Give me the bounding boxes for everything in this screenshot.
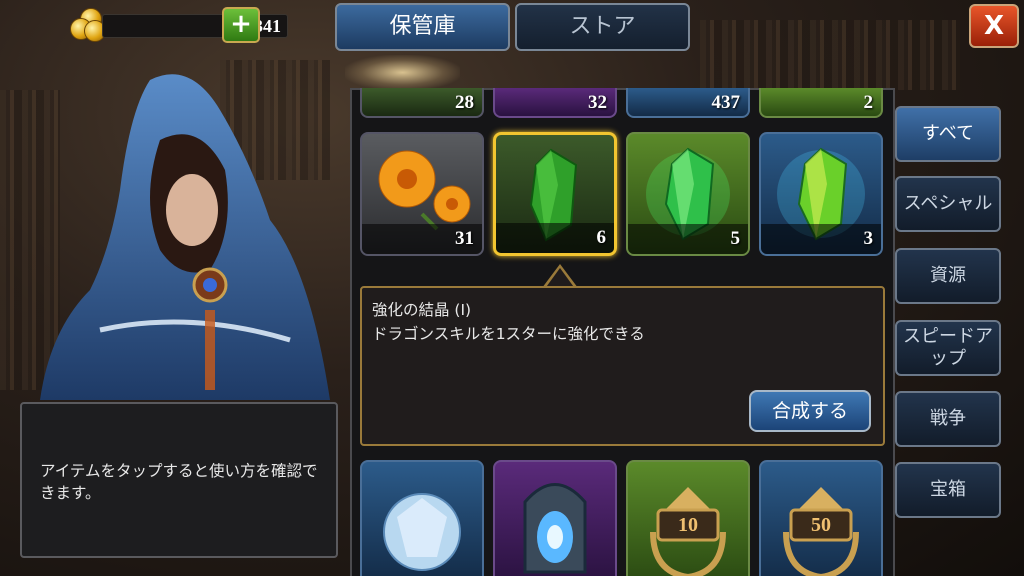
craft-button[interactable]: 合成する — [749, 390, 871, 432]
item-count: 5 — [730, 228, 741, 249]
item-count: 32 — [588, 92, 607, 113]
item-count: 31 — [455, 228, 474, 249]
item-count: 6 — [596, 227, 607, 248]
tab-store[interactable]: ストア — [515, 3, 690, 51]
item-count: 2 — [863, 92, 874, 113]
item-slot-marigold[interactable]: 31 — [360, 132, 484, 256]
item-slot-diamond[interactable] — [360, 460, 484, 576]
item-count: 28 — [455, 92, 474, 113]
item-slot-badge-10[interactable]: 10 — [626, 460, 750, 576]
item-slot-green-crystal-glowing[interactable]: 5 — [626, 132, 750, 256]
description-pointer — [542, 264, 578, 290]
category-chest[interactable]: 宝箱 — [895, 462, 1001, 518]
item-name: 強化の結晶 (I) — [372, 301, 472, 319]
category-resources[interactable]: 資源 — [895, 248, 1001, 304]
item-count: 437 — [711, 92, 741, 113]
category-all[interactable]: すべて — [895, 106, 1001, 162]
add-coins-button[interactable]: + — [222, 7, 260, 43]
hint-text: アイテムをタップすると使い方を確認できます。 — [40, 462, 318, 502]
portal-icon — [523, 483, 587, 574]
item-panel: 28 32 437 2 31 6 5 3 強化の結晶 (I) ドラゴンスキルを1… — [350, 88, 895, 576]
coin-amount: 97341 — [102, 14, 288, 38]
item-slot-portal[interactable] — [493, 460, 617, 576]
item-description: ドラゴンスキルを1スターに強化できる — [372, 325, 645, 343]
item-slot[interactable]: 437 — [626, 88, 750, 118]
item-slot[interactable]: 28 — [360, 88, 484, 118]
item-slot[interactable]: 32 — [493, 88, 617, 118]
hint-panel: アイテムをタップすると使い方を確認できます。 — [20, 402, 338, 558]
tab-vault[interactable]: 保管庫 — [335, 3, 510, 51]
chandelier — [345, 55, 460, 90]
badge-value: 50 — [811, 514, 831, 536]
background-bookshelf-right — [700, 20, 960, 90]
marigold-flower-icon — [378, 150, 471, 231]
item-slot-blue-green-crystal[interactable]: 3 — [759, 132, 883, 256]
category-special[interactable]: スペシャル — [895, 176, 1001, 232]
close-button[interactable]: X — [969, 4, 1019, 48]
diamond-icon — [383, 493, 461, 571]
item-slot-green-crystal[interactable]: 6 — [493, 132, 617, 256]
item-slot-badge-50[interactable]: 50 — [759, 460, 883, 576]
item-slot[interactable]: 2 — [759, 88, 883, 118]
badge-value: 10 — [678, 514, 698, 536]
item-count: 3 — [863, 228, 874, 249]
category-war[interactable]: 戦争 — [895, 391, 1001, 447]
category-speedup[interactable]: スピードアップ — [895, 320, 1001, 376]
item-description-panel: 強化の結晶 (I) ドラゴンスキルを1スターに強化できる 合成する — [360, 286, 885, 446]
hooded-sorceress-portrait — [40, 74, 330, 401]
